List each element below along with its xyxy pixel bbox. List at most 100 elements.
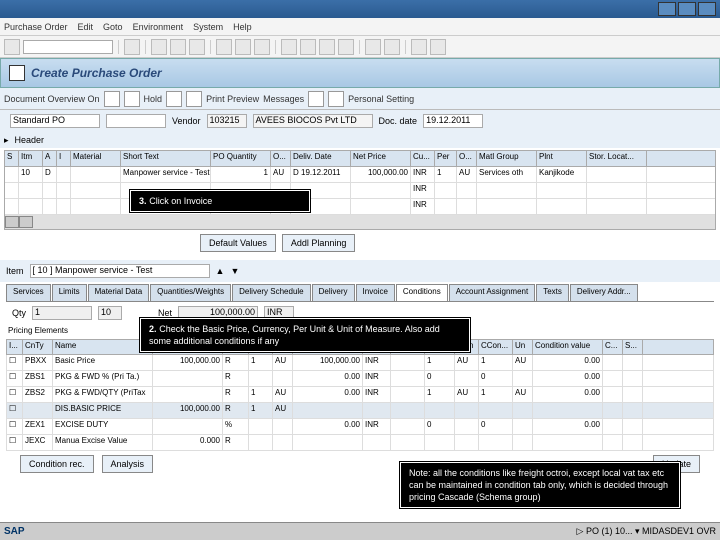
cell-o2: AU bbox=[457, 167, 477, 182]
check-doc-icon[interactable] bbox=[166, 91, 182, 107]
grid-row-1[interactable]: 10 D Manpower service - Test 1 AU D 19.1… bbox=[5, 167, 715, 183]
prev-page-icon[interactable] bbox=[300, 39, 316, 55]
doc-date-label: Doc. date bbox=[379, 116, 418, 126]
condition-row-2[interactable]: ☐ZBS2PKG & FWD/QTY (PriTaxR1AU0.00INR1AU… bbox=[6, 387, 714, 403]
info-icon[interactable] bbox=[308, 91, 324, 107]
empty-cur-2: INR bbox=[411, 199, 435, 214]
other-po-icon[interactable] bbox=[124, 91, 140, 107]
tab-account[interactable]: Account Assignment bbox=[449, 284, 535, 301]
help-icon[interactable] bbox=[411, 39, 427, 55]
print-preview-button[interactable]: Print Preview bbox=[206, 94, 259, 104]
tab-delivery[interactable]: Delivery bbox=[312, 284, 355, 301]
item-selector-row: Item [ 10 ] Manpower service - Test ▲ ▼ bbox=[0, 260, 720, 282]
check-icon[interactable] bbox=[4, 39, 20, 55]
grid-scrollbar[interactable] bbox=[5, 215, 715, 229]
col-curr: Cu... bbox=[411, 151, 435, 166]
cancel-icon[interactable] bbox=[189, 39, 205, 55]
qty-label: Qty bbox=[12, 308, 26, 318]
condition-row-1[interactable]: ☐ZBS1PKG & FWD % (Pri Ta.)R0.00INR000.00 bbox=[6, 371, 714, 387]
messages-button[interactable]: Messages bbox=[263, 94, 304, 104]
back-icon[interactable] bbox=[151, 39, 167, 55]
item-next-icon[interactable]: ▼ bbox=[230, 266, 239, 276]
doc-date-input[interactable]: 19.12.2011 bbox=[423, 114, 483, 128]
qty-value: 1 bbox=[32, 306, 92, 320]
menu-environment[interactable]: Environment bbox=[133, 22, 184, 32]
shortcut-icon[interactable] bbox=[384, 39, 400, 55]
addl-planning-button[interactable]: Addl Planning bbox=[282, 234, 356, 252]
tab-services[interactable]: Services bbox=[6, 284, 51, 301]
tab-conditions[interactable]: Conditions bbox=[396, 284, 448, 301]
grid-row-empty-1[interactable]: INR bbox=[5, 183, 715, 199]
maximize-button[interactable] bbox=[678, 2, 696, 16]
find-next-icon[interactable] bbox=[254, 39, 270, 55]
cell-o: AU bbox=[271, 167, 291, 182]
find-icon[interactable] bbox=[235, 39, 251, 55]
col-opu: O... bbox=[457, 151, 477, 166]
col-qty: PO Quantity bbox=[211, 151, 271, 166]
minimize-button[interactable] bbox=[658, 2, 676, 16]
next-page-icon[interactable] bbox=[319, 39, 335, 55]
tab-quantities[interactable]: Quantities/Weights bbox=[150, 284, 231, 301]
save-icon[interactable] bbox=[124, 39, 140, 55]
create-icon[interactable] bbox=[104, 91, 120, 107]
analysis-button[interactable]: Analysis bbox=[102, 455, 154, 473]
hold-button[interactable]: Hold bbox=[144, 94, 163, 104]
po-type-combo[interactable]: Standard PO bbox=[10, 114, 100, 128]
item-overview-grid: S Itm A I Material Short Text PO Quantit… bbox=[4, 150, 716, 230]
page-title: Create Purchase Order bbox=[31, 66, 162, 80]
condition-row-5[interactable]: ☐JEXCManua Excise Value0.000R bbox=[6, 435, 714, 451]
settings-icon[interactable] bbox=[328, 91, 344, 107]
condition-row-3[interactable]: ☐DIS.BASIC PRICE100,000.00R1AU bbox=[6, 403, 714, 419]
tab-delivery-schedule[interactable]: Delivery Schedule bbox=[232, 284, 310, 301]
menu-edit[interactable]: Edit bbox=[78, 22, 94, 32]
vendor-name-field: AVEES BIOCOS Pvt LTD bbox=[253, 114, 373, 128]
default-values-button[interactable]: Default Values bbox=[200, 234, 276, 252]
ccol-i: I... bbox=[7, 340, 23, 354]
layout-icon[interactable] bbox=[430, 39, 446, 55]
ccol-s: S... bbox=[623, 340, 643, 354]
condition-rec-button[interactable]: Condition rec. bbox=[20, 455, 94, 473]
new-session-icon[interactable] bbox=[365, 39, 381, 55]
item-prev-icon[interactable]: ▲ bbox=[216, 266, 225, 276]
empty-cur: INR bbox=[411, 183, 435, 198]
menu-goto[interactable]: Goto bbox=[103, 22, 123, 32]
menu-bar: Purchase Order Edit Goto Environment Sys… bbox=[0, 18, 720, 36]
last-page-icon[interactable] bbox=[338, 39, 354, 55]
first-page-icon[interactable] bbox=[281, 39, 297, 55]
tab-material-data[interactable]: Material Data bbox=[88, 284, 150, 301]
print-icon[interactable] bbox=[216, 39, 232, 55]
cell-plnt: Kanjikode bbox=[537, 167, 587, 182]
menu-system[interactable]: System bbox=[193, 22, 223, 32]
doc-overview-button[interactable]: Document Overview On bbox=[4, 94, 100, 104]
command-field[interactable] bbox=[23, 40, 113, 54]
po-number-input[interactable] bbox=[106, 114, 166, 128]
tab-invoice[interactable]: Invoice bbox=[356, 284, 395, 301]
condition-row-4[interactable]: ☐ZEX1EXCISE DUTY%0.00INR000.00 bbox=[6, 419, 714, 435]
print-preview-icon[interactable] bbox=[186, 91, 202, 107]
tab-delivery-addr[interactable]: Delivery Addr... bbox=[570, 284, 638, 301]
menu-help[interactable]: Help bbox=[233, 22, 252, 32]
header-toggle-icon[interactable]: ▸ bbox=[4, 135, 9, 146]
status-text: ▷ PO (1) 10... ▾ MIDASDEV1 OVR bbox=[577, 526, 716, 537]
item-combo[interactable]: [ 10 ] Manpower service - Test bbox=[30, 264, 210, 278]
menu-purchase-order[interactable]: Purchase Order bbox=[4, 22, 68, 32]
scroll-left-icon[interactable] bbox=[5, 216, 19, 228]
col-stor-loc: Stor. Locat... bbox=[587, 151, 647, 166]
exit-icon[interactable] bbox=[170, 39, 186, 55]
grid-row-empty-2[interactable]: INR bbox=[5, 199, 715, 215]
header-collapse-row[interactable]: ▸ Header bbox=[0, 132, 720, 148]
cell-a: D bbox=[43, 167, 57, 182]
cell-short-text: Manpower service - Test bbox=[121, 167, 211, 182]
close-button[interactable] bbox=[698, 2, 716, 16]
doc-header-row: Standard PO Vendor 103215 AVEES BIOCOS P… bbox=[0, 110, 720, 132]
scroll-right-icon[interactable] bbox=[19, 216, 33, 228]
sap-logo: SAP bbox=[4, 526, 25, 537]
grid-header: S Itm A I Material Short Text PO Quantit… bbox=[5, 151, 715, 167]
condition-row-0[interactable]: ☐PBXXBasic Price100,000.00R1AU100,000.00… bbox=[6, 355, 714, 371]
personal-setting-button[interactable]: Personal Setting bbox=[348, 94, 414, 104]
window-titlebar bbox=[0, 0, 720, 18]
application-toolbar: Document Overview On Hold Print Preview … bbox=[0, 88, 720, 110]
tab-limits[interactable]: Limits bbox=[52, 284, 87, 301]
net-label: Net bbox=[158, 308, 172, 318]
tab-texts[interactable]: Texts bbox=[536, 284, 569, 301]
